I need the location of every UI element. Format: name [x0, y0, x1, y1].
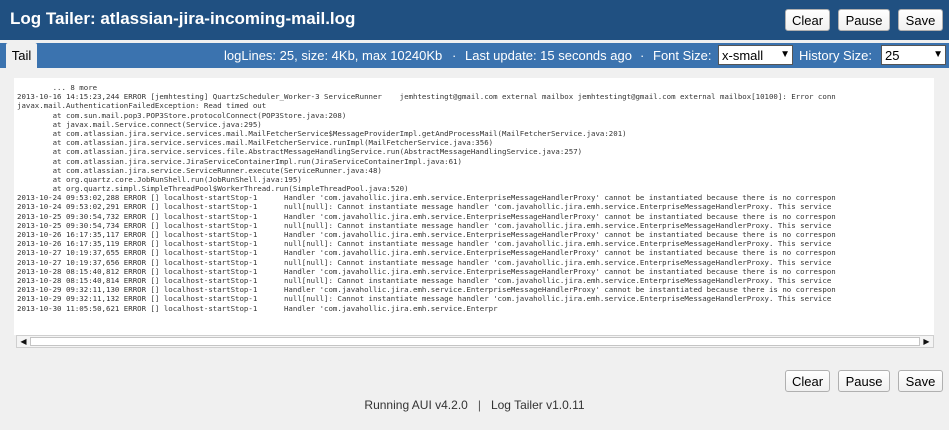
log-line: 2013-10-16 14:15:23,244 ERROR [jemhtesti… — [17, 92, 836, 102]
chevron-down-icon: ▼ — [933, 49, 943, 60]
log-line: 2013-10-26 16:17:35,119 ERROR [] localho… — [17, 239, 832, 249]
app-header: Log Tailer: atlassian-jira-incoming-mail… — [0, 0, 949, 40]
log-line: at com.atlassian.jira.service.ServiceRun… — [17, 165, 382, 175]
footer-separator: | — [477, 398, 481, 412]
font-size-value: x-small — [722, 47, 764, 63]
log-line: 2013-10-26 16:17:35,117 ERROR [] localho… — [17, 230, 836, 239]
clear-button-bottom[interactable]: Clear — [785, 370, 830, 392]
log-line: 2013-10-28 08:15:40,814 ERROR [] localho… — [17, 275, 832, 285]
scroll-right-icon[interactable]: ▶ — [921, 337, 932, 346]
log-line: at com.atlassian.jira.service.services.m… — [17, 128, 627, 138]
app-version: Log Tailer v1.0.11 — [490, 398, 585, 412]
save-button-bottom[interactable]: Save — [898, 370, 943, 392]
save-button[interactable]: Save — [898, 9, 943, 31]
log-line: javax.mail.AuthenticationFailedException… — [17, 101, 267, 111]
log-line: 2013-10-29 09:32:11,132 ERROR [] localho… — [17, 294, 832, 304]
log-line: at javax.mail.Service.connect(Service.ja… — [17, 119, 262, 129]
log-toolbar: Tail logLines: 25, size: 4Kb, max 10240K… — [0, 43, 949, 68]
horizontal-scrollbar[interactable]: ◀ ▶ — [16, 335, 934, 348]
tab-tail[interactable]: Tail — [6, 43, 37, 68]
log-output[interactable]: ... 8 more 2013-10-16 14:15:23,244 ERROR … — [14, 78, 934, 335]
pause-button-bottom[interactable]: Pause — [838, 370, 890, 392]
pause-button[interactable]: Pause — [838, 9, 890, 31]
font-size-select[interactable]: x-small ▼ — [718, 45, 793, 65]
log-line: 2013-10-25 09:30:54,732 ERROR [] localho… — [17, 211, 836, 221]
log-line: 2013-10-24 09:53:02,291 ERROR [] localho… — [17, 202, 832, 212]
last-update: Last update: 15 seconds ago — [465, 48, 632, 63]
log-line: at com.sun.mail.pop3.POP3Store.protocolC… — [17, 110, 347, 120]
chevron-down-icon: ▼ — [780, 49, 790, 60]
footer: Running AUI v4.2.0 | Log Tailer v1.0.11 — [0, 398, 949, 412]
history-size-select[interactable]: 25 ▼ — [881, 45, 946, 65]
log-line: 2013-10-30 11:05:50,621 ERROR [] localho… — [17, 303, 498, 313]
page-title: Log Tailer: atlassian-jira-incoming-mail… — [10, 9, 356, 28]
separator-dot: · — [640, 48, 645, 63]
history-size-value: 25 — [885, 47, 900, 63]
log-line: at org.quartz.core.JobRunShell.run(JobRu… — [17, 174, 302, 184]
scroll-left-icon[interactable]: ◀ — [18, 337, 29, 346]
log-line: 2013-10-29 09:32:11,130 ERROR [] localho… — [17, 285, 836, 295]
log-line: 2013-10-28 08:15:40,812 ERROR [] localho… — [17, 266, 836, 276]
log-stats: logLines: 25, size: 4Kb, max 10240Kb — [224, 48, 443, 63]
bottom-actions: Clear Pause Save — [0, 362, 949, 430]
log-line: 2013-10-24 09:53:02,288 ERROR [] localho… — [17, 193, 836, 203]
log-line: 2013-10-27 10:19:37,656 ERROR [] localho… — [17, 257, 832, 267]
log-line: at com.atlassian.jira.service.JiraServic… — [17, 156, 462, 166]
log-line: 2013-10-27 10:19:37,655 ERROR [] localho… — [17, 248, 836, 258]
log-line: 2013-10-25 09:30:54,734 ERROR [] localho… — [17, 220, 832, 230]
history-size-label: History Size: — [799, 48, 872, 63]
scrollbar-thumb[interactable] — [30, 337, 920, 346]
log-line: ... 8 more — [17, 83, 98, 92]
clear-button[interactable]: Clear — [785, 9, 830, 31]
log-line: at com.atlassian.jira.service.services.m… — [17, 138, 494, 148]
log-line: at org.quartz.simpl.SimpleThreadPool$Wor… — [17, 184, 409, 194]
log-text: ... 8 more 2013-10-16 14:15:23,244 ERROR … — [17, 83, 836, 313]
log-line: at com.atlassian.jira.service.services.f… — [17, 147, 583, 157]
separator-dot: · — [452, 48, 457, 63]
font-size-label: Font Size: — [653, 48, 712, 63]
aui-version: Running AUI v4.2.0 — [364, 398, 468, 412]
